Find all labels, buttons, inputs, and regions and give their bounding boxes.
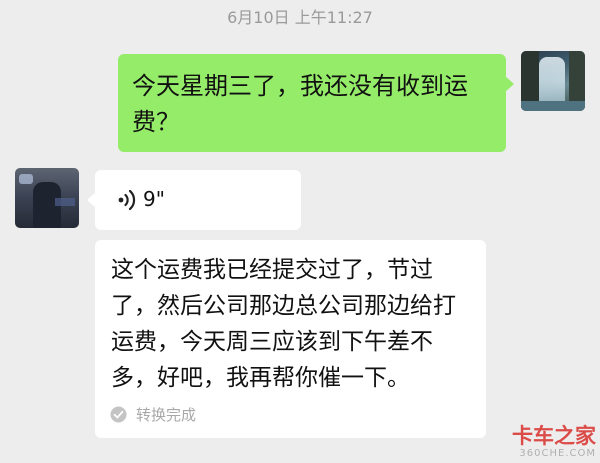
waterfall-icon	[539, 57, 565, 105]
watermark-url: 360CHE.COM	[519, 448, 596, 459]
my-avatar[interactable]	[521, 51, 585, 111]
watermark-logo: 卡车之家	[512, 424, 596, 448]
voice-wave-icon	[118, 189, 136, 211]
chat-timestamp: 6月10日 上午11:27	[227, 8, 373, 27]
avatar-light	[19, 174, 33, 184]
avatar-stripe	[55, 198, 75, 206]
sent-message-text: 今天星期三了，我还没有收到运费？	[132, 72, 468, 136]
voice-message-bubble[interactable]: 9"	[87, 170, 301, 230]
sent-message-bubble[interactable]: 今天星期三了，我还没有收到运费？	[118, 54, 514, 152]
voice-duration: 9"	[143, 187, 165, 211]
transcription-bubble[interactable]: 这个运费我已经提交过了，节过了，然后公司那边总公司那边给打运费，今天周三应该到下…	[95, 240, 486, 438]
transcription-status-label: 转换完成	[136, 406, 197, 424]
check-circle-icon	[110, 406, 127, 423]
contact-avatar[interactable]	[15, 168, 79, 228]
transcription-text: 这个运费我已经提交过了，节过了，然后公司那边总公司那边给打运费，今天周三应该到下…	[111, 257, 456, 391]
avatar-water	[521, 101, 585, 111]
watermark: 卡车之家 360CHE.COM	[496, 424, 596, 460]
